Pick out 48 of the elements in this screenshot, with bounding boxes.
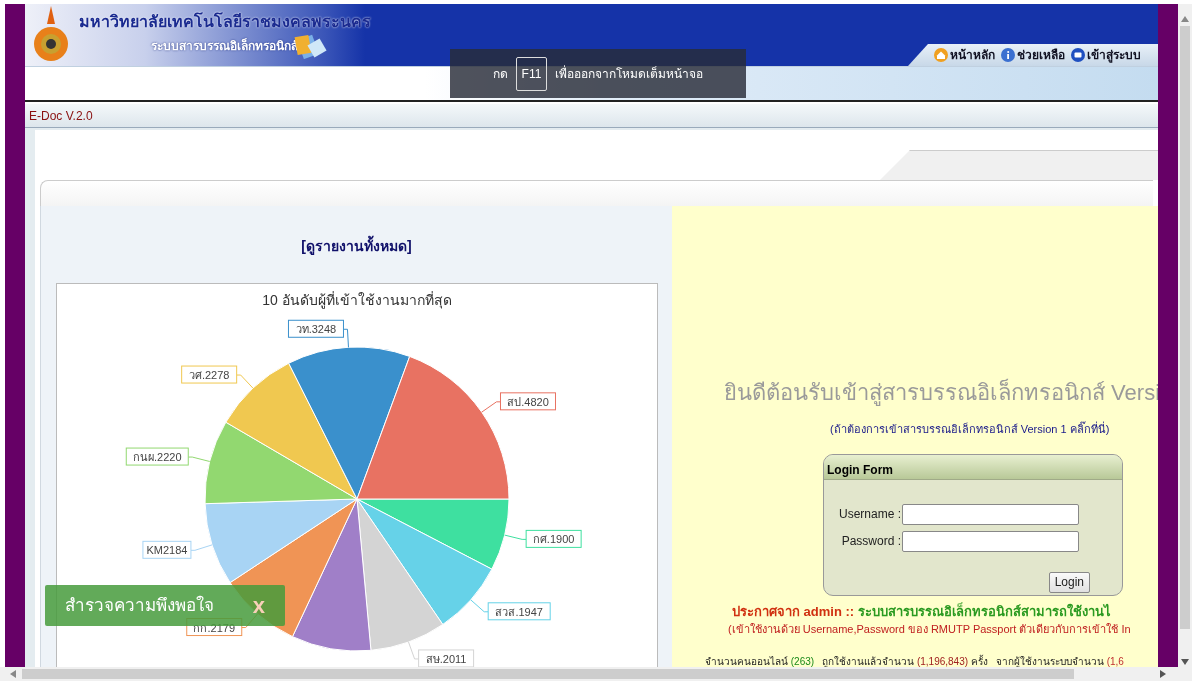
slice-label: สวส.1947 — [494, 605, 543, 618]
data-label: กนผ.2220 — [125, 447, 210, 466]
report-link[interactable]: [ดูรายงานทั้งหมด] — [301, 236, 412, 257]
announcement-message: ระบบสารบรรณอิเล็กทรอนิกส์สามารถใช้งานไ — [858, 601, 1112, 621]
scroll-right-icon[interactable] — [1160, 670, 1166, 678]
fullscreen-notice: กด F11 เพื่อออกจากโหมดเต็มหน้าจอ — [450, 49, 746, 98]
slice-label: วศ.2278 — [188, 369, 229, 382]
scrollbar-thumb[interactable] — [22, 669, 1074, 679]
stat-text: จำนวนคนออนไลน์ (263) — [705, 654, 815, 669]
slice-label: KM2184 — [145, 544, 187, 557]
info-icon — [1001, 48, 1015, 62]
slice-label: สป.4820 — [506, 395, 549, 408]
nav-link[interactable]: เข้าสู่ระบบ — [1071, 46, 1141, 64]
version1-link[interactable]: (ถ้าต้องการเข้าสารบรรณอิเล็กทรอนิกส์ Version 1 คลิ๊กที่นี่) — [830, 421, 1110, 438]
slice-label: สษ.2011 — [425, 652, 466, 665]
data-label: วท.3248 — [287, 319, 349, 348]
stat-text: จากผู้ใช้งานระบบจำนวน (1,6 — [995, 654, 1124, 669]
field-label: Username : — [837, 506, 902, 523]
scrollbar-thumb[interactable] — [1180, 26, 1190, 629]
data-label: สป.4820 — [480, 392, 556, 413]
slice-label: กนผ.2220 — [132, 451, 182, 464]
slice-label: วท.3248 — [295, 323, 336, 336]
nav-link[interactable]: หน้าหลัก — [934, 46, 995, 64]
scroll-up-icon[interactable] — [1181, 16, 1189, 22]
announcement-source: ประกาศจาก admin :: — [732, 602, 855, 621]
data-label: กศ.1900 — [503, 529, 582, 548]
login-button[interactable]: Login — [1048, 571, 1090, 593]
system-name: ระบบสารบรรณอิเล็กทรอนิกส์ — [151, 37, 298, 55]
version-label: E-Doc V.2.0 — [29, 107, 93, 125]
input-field[interactable] — [902, 503, 1079, 525]
data-label: วศ.2278 — [180, 365, 253, 389]
university-seal-icon — [33, 6, 69, 64]
window-icon — [1071, 48, 1085, 62]
welcome-heading: ยินดีต้อนรับเข้าสู่สารบรรณอิเล็กทรอนิกส์ Versi — [724, 377, 1158, 408]
scroll-down-icon[interactable] — [1181, 659, 1189, 665]
announcement-note: (เข้าใช้งานด้วย Username,Password ของ RMUTP Passport ตัวเดียวกับการเข้าใช้ In — [728, 622, 1131, 637]
data-label: KM2184 — [141, 540, 213, 559]
slice-label: กศ.1900 — [532, 533, 574, 546]
nav-link[interactable]: ช่วยเหลือ — [1001, 46, 1065, 64]
data-label: สษ.2011 — [407, 641, 474, 668]
stat-text: ถูกใช้งานแล้วจำนวน (1,196,843) ครั้ง — [822, 653, 988, 669]
input-field[interactable] — [902, 530, 1079, 552]
scroll-left-icon[interactable] — [10, 670, 16, 678]
form-title: Login Form — [827, 462, 893, 477]
field-label: Password : — [840, 533, 902, 550]
home-icon — [934, 48, 948, 62]
data-label: สวส.1947 — [469, 599, 551, 621]
chart-title: 10 อันดับผู้ที่เข้าใช้งานมากที่สุด — [261, 292, 452, 308]
